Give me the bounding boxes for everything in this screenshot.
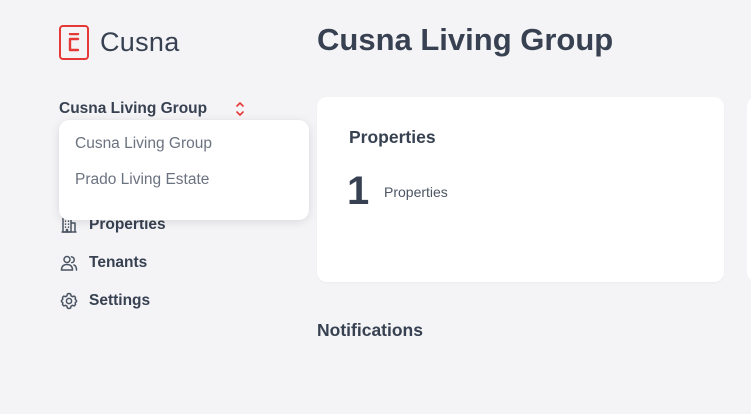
card-title: Properties xyxy=(349,127,436,147)
organization-selector-label: Cusna Living Group xyxy=(59,100,208,117)
brand-name: Cusna xyxy=(100,27,180,57)
brand-logo[interactable]: Cusna xyxy=(59,25,180,60)
next-card-edge xyxy=(747,97,751,282)
app-root: Cusna Cusna Living Group Cusna Living Gr… xyxy=(0,0,751,414)
organization-selector[interactable]: Cusna Living Group xyxy=(59,98,245,120)
page-title: Cusna Living Group xyxy=(317,22,614,57)
chevron-up-down-icon xyxy=(235,101,245,117)
sidebar-item-label: Settings xyxy=(89,292,151,309)
properties-count: 1 xyxy=(347,169,370,213)
sidebar-item-label: Tenants xyxy=(89,254,148,271)
notifications-heading: Notifications xyxy=(317,320,423,340)
properties-count-label: Properties xyxy=(384,184,448,200)
dropdown-option-cusna-living-group[interactable]: Cusna Living Group xyxy=(75,135,212,153)
logo-mark-icon xyxy=(59,25,89,60)
sidebar-item-settings[interactable]: Settings xyxy=(59,290,150,312)
sidebar-item-tenants[interactable]: Tenants xyxy=(59,252,147,274)
gear-icon xyxy=(59,291,79,311)
organization-dropdown: Cusna Living Group Prado Living Estate xyxy=(59,120,309,220)
properties-card[interactable]: Properties 1 Properties xyxy=(317,97,724,282)
dropdown-option-prado-living-estate[interactable]: Prado Living Estate xyxy=(75,171,209,189)
users-icon xyxy=(59,253,79,273)
